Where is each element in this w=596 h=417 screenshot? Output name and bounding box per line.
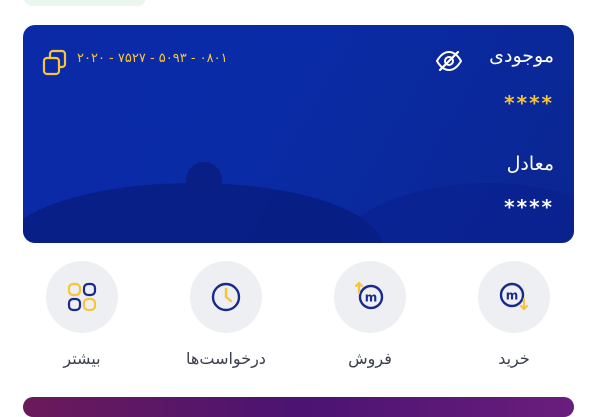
- requests-label: درخواست‌ها: [186, 349, 266, 368]
- eye-off-icon[interactable]: [435, 49, 463, 73]
- buy-button-circle[interactable]: m: [478, 261, 550, 333]
- more-label: بیشتر: [63, 349, 101, 368]
- card-decoration: [186, 162, 222, 198]
- clock-icon: [211, 282, 241, 312]
- card-number: ۲۰۲۰ - ۷۵۲۷ - ۵۰۹۳ - ۰۸۰۱: [77, 51, 228, 66]
- requests-button[interactable]: درخواست‌ها: [171, 261, 281, 368]
- sell-label: فروش: [348, 349, 392, 368]
- wallet-card: ۲۰۲۰ - ۷۵۲۷ - ۵۰۹۳ - ۰۸۰۱ موجودی **** مع…: [23, 25, 574, 243]
- top-chip: [24, 0, 146, 6]
- promo-banner[interactable]: [23, 397, 574, 417]
- balance-value: ****: [504, 91, 554, 115]
- equivalent-value: ****: [504, 195, 554, 219]
- more-button-circle[interactable]: [46, 261, 118, 333]
- svg-text:m: m: [506, 289, 519, 303]
- buy-label: خرید: [498, 349, 530, 368]
- sell-icon: m: [354, 281, 384, 310]
- svg-text:m: m: [365, 291, 378, 305]
- buy-icon: m: [499, 282, 529, 311]
- grid-icon: [67, 282, 97, 312]
- quick-actions: m خرید m فروش درخواست‌ها: [0, 261, 596, 381]
- sell-button-circle[interactable]: m: [334, 261, 406, 333]
- copy-icon[interactable]: [42, 49, 68, 77]
- more-button[interactable]: بیشتر: [27, 261, 137, 368]
- requests-button-circle[interactable]: [190, 261, 262, 333]
- balance-label: موجودی: [489, 45, 554, 67]
- equivalent-label: معادل: [506, 153, 554, 175]
- sell-button[interactable]: m فروش: [315, 261, 425, 368]
- buy-button[interactable]: m خرید: [459, 261, 569, 368]
